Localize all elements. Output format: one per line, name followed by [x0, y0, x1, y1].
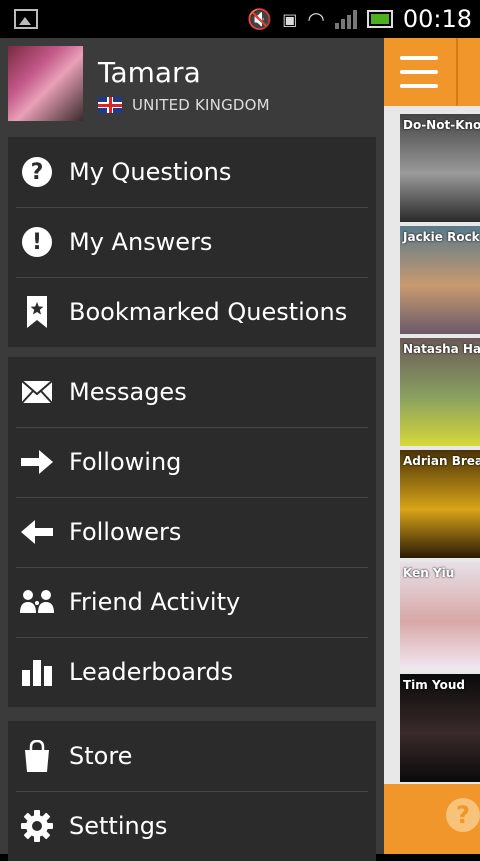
app-toolbar — [384, 38, 480, 106]
menu-item-label: My Questions — [69, 158, 232, 186]
menu-item-messages[interactable]: Messages — [8, 357, 376, 427]
clock: 00:18 — [402, 5, 472, 33]
battery-icon — [366, 10, 393, 28]
feed-user-name: Ken Yiu — [403, 566, 455, 580]
arrow-left-icon — [19, 514, 55, 550]
mute-icon: 🔇 — [247, 7, 273, 31]
feed-user-name: Jackie Rock — [403, 230, 480, 244]
navigation-drawer: Tamara UNITED KINGDOM ? My Questions ! M… — [0, 38, 384, 861]
menu-item-label: Followers — [69, 518, 182, 546]
question-circle-icon: ? — [19, 154, 55, 190]
menu-hamburger-icon[interactable] — [400, 56, 438, 88]
menu-item-settings[interactable]: Settings — [8, 791, 376, 861]
gallery-icon — [14, 9, 38, 29]
sim-error-icon: ▣ — [282, 9, 298, 29]
menu-group-questions: ? My Questions ! My Answers Bookmarked Q… — [8, 137, 376, 347]
menu-item-label: Friend Activity — [69, 588, 241, 616]
menu-group-misc: Store Settings — [8, 721, 376, 861]
menu-item-leaderboards[interactable]: Leaderboards — [8, 637, 376, 707]
people-icon — [19, 584, 55, 620]
menu-item-label: Bookmarked Questions — [69, 298, 348, 326]
menu-item-label: Messages — [69, 378, 187, 406]
menu-item-store[interactable]: Store — [8, 721, 376, 791]
feed-user-name: Tim Youd — [403, 678, 465, 692]
feed-user-tile[interactable]: Jackie Rock — [400, 226, 480, 334]
profile-header[interactable]: Tamara UNITED KINGDOM — [8, 46, 376, 122]
feed-user-tile[interactable]: Tim Youd — [400, 674, 480, 782]
signal-icon — [334, 9, 357, 29]
avatar[interactable] — [8, 46, 83, 121]
menu-item-label: Settings — [69, 812, 168, 840]
menu-item-followers[interactable]: Followers — [8, 497, 376, 567]
help-icon[interactable]: ? — [446, 798, 480, 832]
feed-user-name: Adrian Brearley — [403, 454, 480, 468]
menu-item-my-questions[interactable]: ? My Questions — [8, 137, 376, 207]
status-bar: 🔇 ▣ ◠ 00:18 — [0, 0, 480, 38]
arrow-right-icon — [19, 444, 55, 480]
feed-user-name: Natasha Hall-M — [403, 342, 480, 356]
bookmark-star-icon — [19, 294, 55, 330]
feed-user-tile[interactable]: Natasha Hall-M — [400, 338, 480, 446]
main-content-peek: Do-Not-Know Jackie Rock Natasha Hall-M Adri… — [384, 38, 480, 854]
menu-group-social: Messages Following Followers Friend Acti… — [8, 357, 376, 707]
gear-icon — [19, 808, 55, 844]
menu-item-bookmarked-questions[interactable]: Bookmarked Questions — [8, 277, 376, 347]
bottom-bar: ? — [384, 784, 480, 854]
menu-item-friend-activity[interactable]: Friend Activity — [8, 567, 376, 637]
profile-name: Tamara — [98, 56, 201, 89]
profile-country: UNITED KINGDOM — [132, 96, 270, 114]
menu-item-label: My Answers — [69, 228, 213, 256]
menu-item-label: Store — [69, 742, 133, 770]
shopping-bag-icon — [19, 738, 55, 774]
menu-item-following[interactable]: Following — [8, 427, 376, 497]
feed-user-tile[interactable]: Do-Not-Know — [400, 114, 480, 222]
exclamation-circle-icon: ! — [19, 224, 55, 260]
feed-user-name: Do-Not-Know — [403, 118, 480, 132]
menu-item-label: Following — [69, 448, 182, 476]
bar-chart-icon — [19, 654, 55, 690]
wifi-icon: ◠ — [307, 7, 325, 31]
uk-flag-icon — [98, 97, 122, 113]
feed-user-tile[interactable]: Ken Yiu — [400, 562, 480, 670]
envelope-icon — [19, 374, 55, 410]
feed-user-tile[interactable]: Adrian Brearley — [400, 450, 480, 558]
menu-item-label: Leaderboards — [69, 658, 234, 686]
menu-item-my-answers[interactable]: ! My Answers — [8, 207, 376, 277]
